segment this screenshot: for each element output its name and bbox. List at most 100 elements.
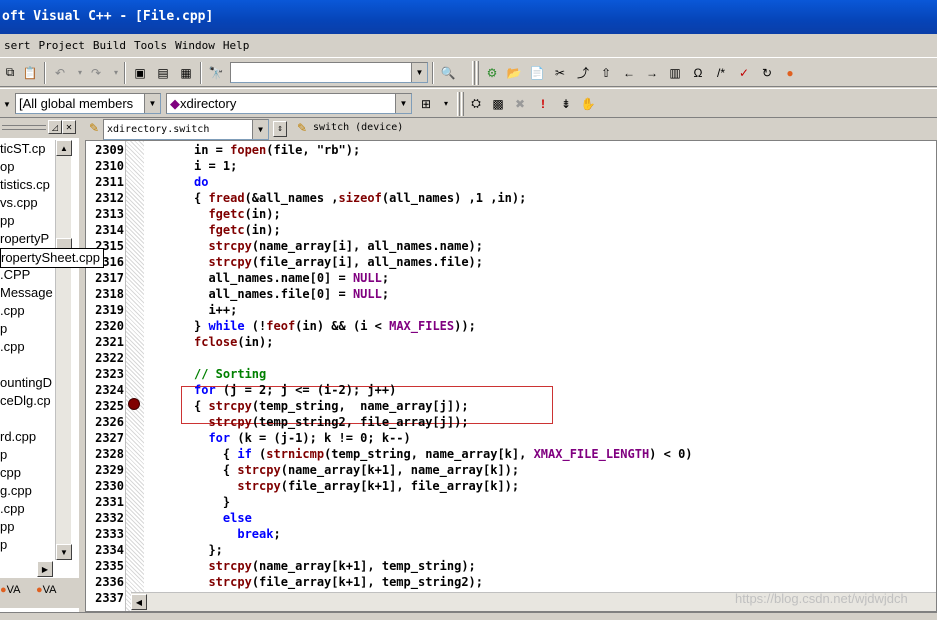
- code-line[interactable]: for (k = (j-1); k != 0; k--): [194, 430, 410, 446]
- code-line[interactable]: all_names.file[0] = NULL;: [194, 286, 389, 302]
- redo-icon[interactable]: ↷: [86, 63, 106, 82]
- scroll-right-icon[interactable]: ▶: [37, 561, 53, 577]
- spell-check-icon[interactable]: ✓: [734, 63, 754, 82]
- output-icon[interactable]: ▤: [153, 63, 173, 82]
- chevron-down-icon[interactable]: ▼: [395, 94, 411, 113]
- code-line[interactable]: // Sorting: [194, 366, 266, 382]
- tools-icon[interactable]: ✂: [550, 63, 570, 82]
- grip-bar[interactable]: [2, 125, 46, 130]
- menu-build[interactable]: Build: [89, 39, 130, 52]
- back-arrow-icon[interactable]: ←: [619, 63, 639, 82]
- step-over-icon[interactable]: ⇟: [556, 94, 576, 113]
- code-line[interactable]: strcpy(file_array[i], all_names.file);: [194, 254, 483, 270]
- code-line[interactable]: break;: [194, 526, 280, 542]
- list-item[interactable]: tistics.cp: [0, 176, 56, 194]
- new-file-icon[interactable]: 📄: [527, 63, 547, 82]
- code-line[interactable]: { if (strnicmp(temp_string, name_array[k…: [194, 446, 693, 462]
- code-line[interactable]: strcpy(name_array[i], all_names.name);: [194, 238, 483, 254]
- code-line[interactable]: i = 1;: [194, 158, 237, 174]
- list-item[interactable]: .cpp: [0, 302, 56, 320]
- forward-arrow-icon[interactable]: →: [642, 63, 662, 82]
- chevron-down-icon[interactable]: ▼: [144, 94, 160, 113]
- tomato-icon[interactable]: ●: [780, 63, 800, 82]
- code-line[interactable]: i++;: [194, 302, 237, 318]
- list-item[interactable]: p: [0, 536, 56, 554]
- copy-icon[interactable]: ⧉: [0, 63, 20, 82]
- list-item[interactable]: ountingD: [0, 374, 56, 392]
- list-item[interactable]: .cpp: [0, 338, 56, 356]
- code-line[interactable]: strcpy(file_array[k+1], temp_string2);: [194, 574, 483, 590]
- code-line[interactable]: { strcpy(temp_string, name_array[j]);: [194, 398, 469, 414]
- list-item[interactable]: [0, 410, 56, 428]
- code-line[interactable]: else: [194, 510, 252, 526]
- code-line[interactable]: strcpy(temp_string2, file_array[j]);: [194, 414, 468, 430]
- workspace-icon[interactable]: ▣: [130, 63, 150, 82]
- omega-icon[interactable]: Ω: [688, 63, 708, 82]
- list-item[interactable]: ceDlg.cp: [0, 392, 56, 410]
- find-combo[interactable]: ▼: [230, 62, 428, 83]
- menu-tools[interactable]: Tools: [130, 39, 171, 52]
- hand-icon[interactable]: ✋: [578, 94, 598, 113]
- list-item[interactable]: pp: [0, 518, 56, 536]
- code-line[interactable]: } while (!feof(in) && (i < MAX_FILES));: [194, 318, 476, 334]
- chevron-down-icon[interactable]: ▼: [252, 120, 268, 139]
- build-all-icon[interactable]: ▩: [488, 94, 508, 113]
- comment-icon[interactable]: /*: [711, 63, 731, 82]
- list-item[interactable]: vs.cpp: [0, 194, 56, 212]
- refresh-icon[interactable]: ↻: [757, 63, 777, 82]
- breakpoint-icon[interactable]: [128, 398, 140, 410]
- resize-icon[interactable]: ◿: [48, 120, 62, 134]
- breakpoint-gutter[interactable]: [126, 141, 144, 611]
- list-item[interactable]: ticST.cp: [0, 140, 56, 158]
- code-line[interactable]: for (j = 2; j <= (i-2); j++): [194, 382, 396, 398]
- code-line[interactable]: };: [194, 542, 222, 558]
- stop-build-icon[interactable]: ✖: [510, 94, 530, 113]
- list-item[interactable]: Message: [0, 284, 56, 302]
- paste-icon[interactable]: 📋: [20, 63, 40, 82]
- code-editor[interactable]: 2309 2310 2311 2312 2313 2314 2315 2316 2317 2318…: [85, 140, 937, 612]
- code-line[interactable]: fgetc(in);: [194, 222, 280, 238]
- execute-icon[interactable]: !: [533, 94, 553, 113]
- code-line[interactable]: fgetc(in);: [194, 206, 280, 222]
- undo-icon[interactable]: ↶: [50, 63, 70, 82]
- vertical-scrollbar[interactable]: ▲ ▼: [55, 140, 72, 560]
- menu-window[interactable]: Window: [171, 39, 219, 52]
- bookmark-icon[interactable]: ⤴: [573, 63, 593, 82]
- chevron-down-icon[interactable]: ▼: [411, 63, 427, 82]
- code-line[interactable]: fclose(in);: [194, 334, 273, 350]
- member-combo[interactable]: ◆xdirectory ▼: [166, 93, 412, 114]
- menu-project[interactable]: Project: [35, 39, 89, 52]
- code-line[interactable]: all_names.name[0] = NULL;: [194, 270, 389, 286]
- list-item[interactable]: op: [0, 158, 56, 176]
- tab-classview[interactable]: ●VA: [0, 584, 21, 596]
- code-line[interactable]: in = fopen(file, "rb");: [194, 142, 360, 158]
- list-item[interactable]: p: [0, 446, 56, 464]
- code-line[interactable]: { strcpy(name_array[k+1], name_array[k])…: [194, 462, 519, 478]
- code-line[interactable]: strcpy(name_array[k+1], temp_string);: [194, 558, 475, 574]
- list-members-icon[interactable]: ▥: [665, 63, 685, 82]
- list-item[interactable]: rd.cpp: [0, 428, 56, 446]
- code-line[interactable]: }: [194, 494, 230, 510]
- list-item[interactable]: .cpp: [0, 500, 56, 518]
- window-list-icon[interactable]: ▦: [176, 63, 196, 82]
- close-icon[interactable]: ✕: [62, 120, 76, 134]
- list-item[interactable]: cpp: [0, 464, 56, 482]
- list-item[interactable]: [0, 356, 56, 374]
- compile-icon[interactable]: ⚙: [482, 63, 502, 82]
- redo-dropdown-icon[interactable]: ▾: [106, 63, 126, 82]
- menu-help[interactable]: Help: [219, 39, 254, 52]
- dropdown-partial[interactable]: ▼: [0, 93, 12, 114]
- open-folder-icon[interactable]: 📂: [504, 63, 524, 82]
- menu-insert[interactable]: sert: [0, 39, 35, 52]
- goto-icon[interactable]: ⇧: [596, 63, 616, 82]
- list-item[interactable]: g.cpp: [0, 482, 56, 500]
- wizard-action-icon[interactable]: ⊞: [416, 94, 436, 113]
- scope-combo[interactable]: xdirectory.switch ▼: [103, 119, 269, 140]
- wizard-dropdown-icon[interactable]: ▾: [436, 94, 456, 113]
- tab-fileview[interactable]: ●VA: [36, 584, 57, 596]
- code-line[interactable]: do: [194, 174, 208, 190]
- list-item[interactable]: pp: [0, 212, 56, 230]
- code-line[interactable]: { fread(&all_names ,sizeof(all_names) ,1…: [194, 190, 526, 206]
- list-item[interactable]: .CPP: [0, 266, 56, 284]
- spin-icon[interactable]: ⇕: [273, 121, 287, 137]
